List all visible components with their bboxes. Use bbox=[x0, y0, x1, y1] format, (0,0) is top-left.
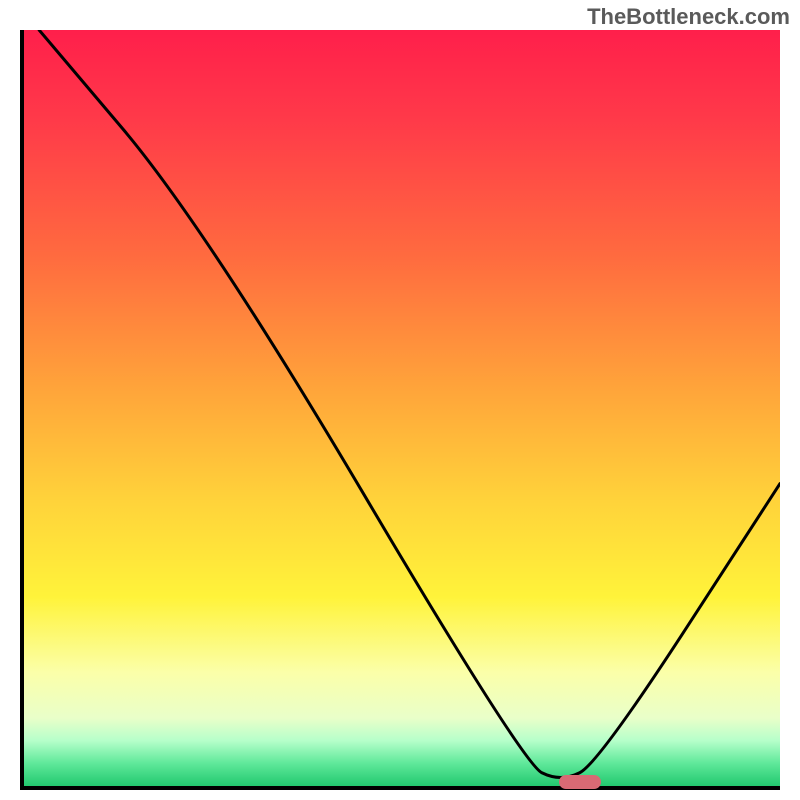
chart-svg bbox=[24, 30, 780, 786]
optimal-marker bbox=[559, 775, 601, 789]
chart-area bbox=[20, 30, 780, 790]
gradient-background bbox=[24, 30, 780, 786]
watermark-text: TheBottleneck.com bbox=[587, 4, 790, 30]
